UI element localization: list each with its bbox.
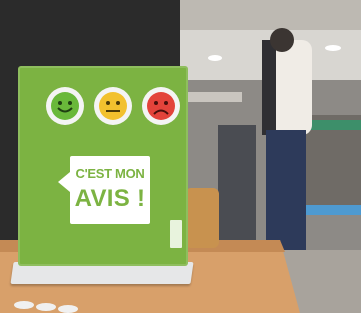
feedback-sign: C'EST MON AVIS ! [18, 66, 188, 266]
sign-logo [170, 220, 182, 248]
photo-scene: C'EST MON AVIS ! [0, 0, 361, 313]
happy-face-icon [46, 87, 84, 125]
sign-heading: C'EST MON [75, 166, 145, 181]
smiley-row [46, 83, 186, 129]
neutral-face-icon [94, 87, 132, 125]
speech-bubble: C'EST MON AVIS ! [58, 156, 150, 224]
sad-face-icon [142, 87, 180, 125]
sign-title: AVIS ! [74, 185, 146, 212]
